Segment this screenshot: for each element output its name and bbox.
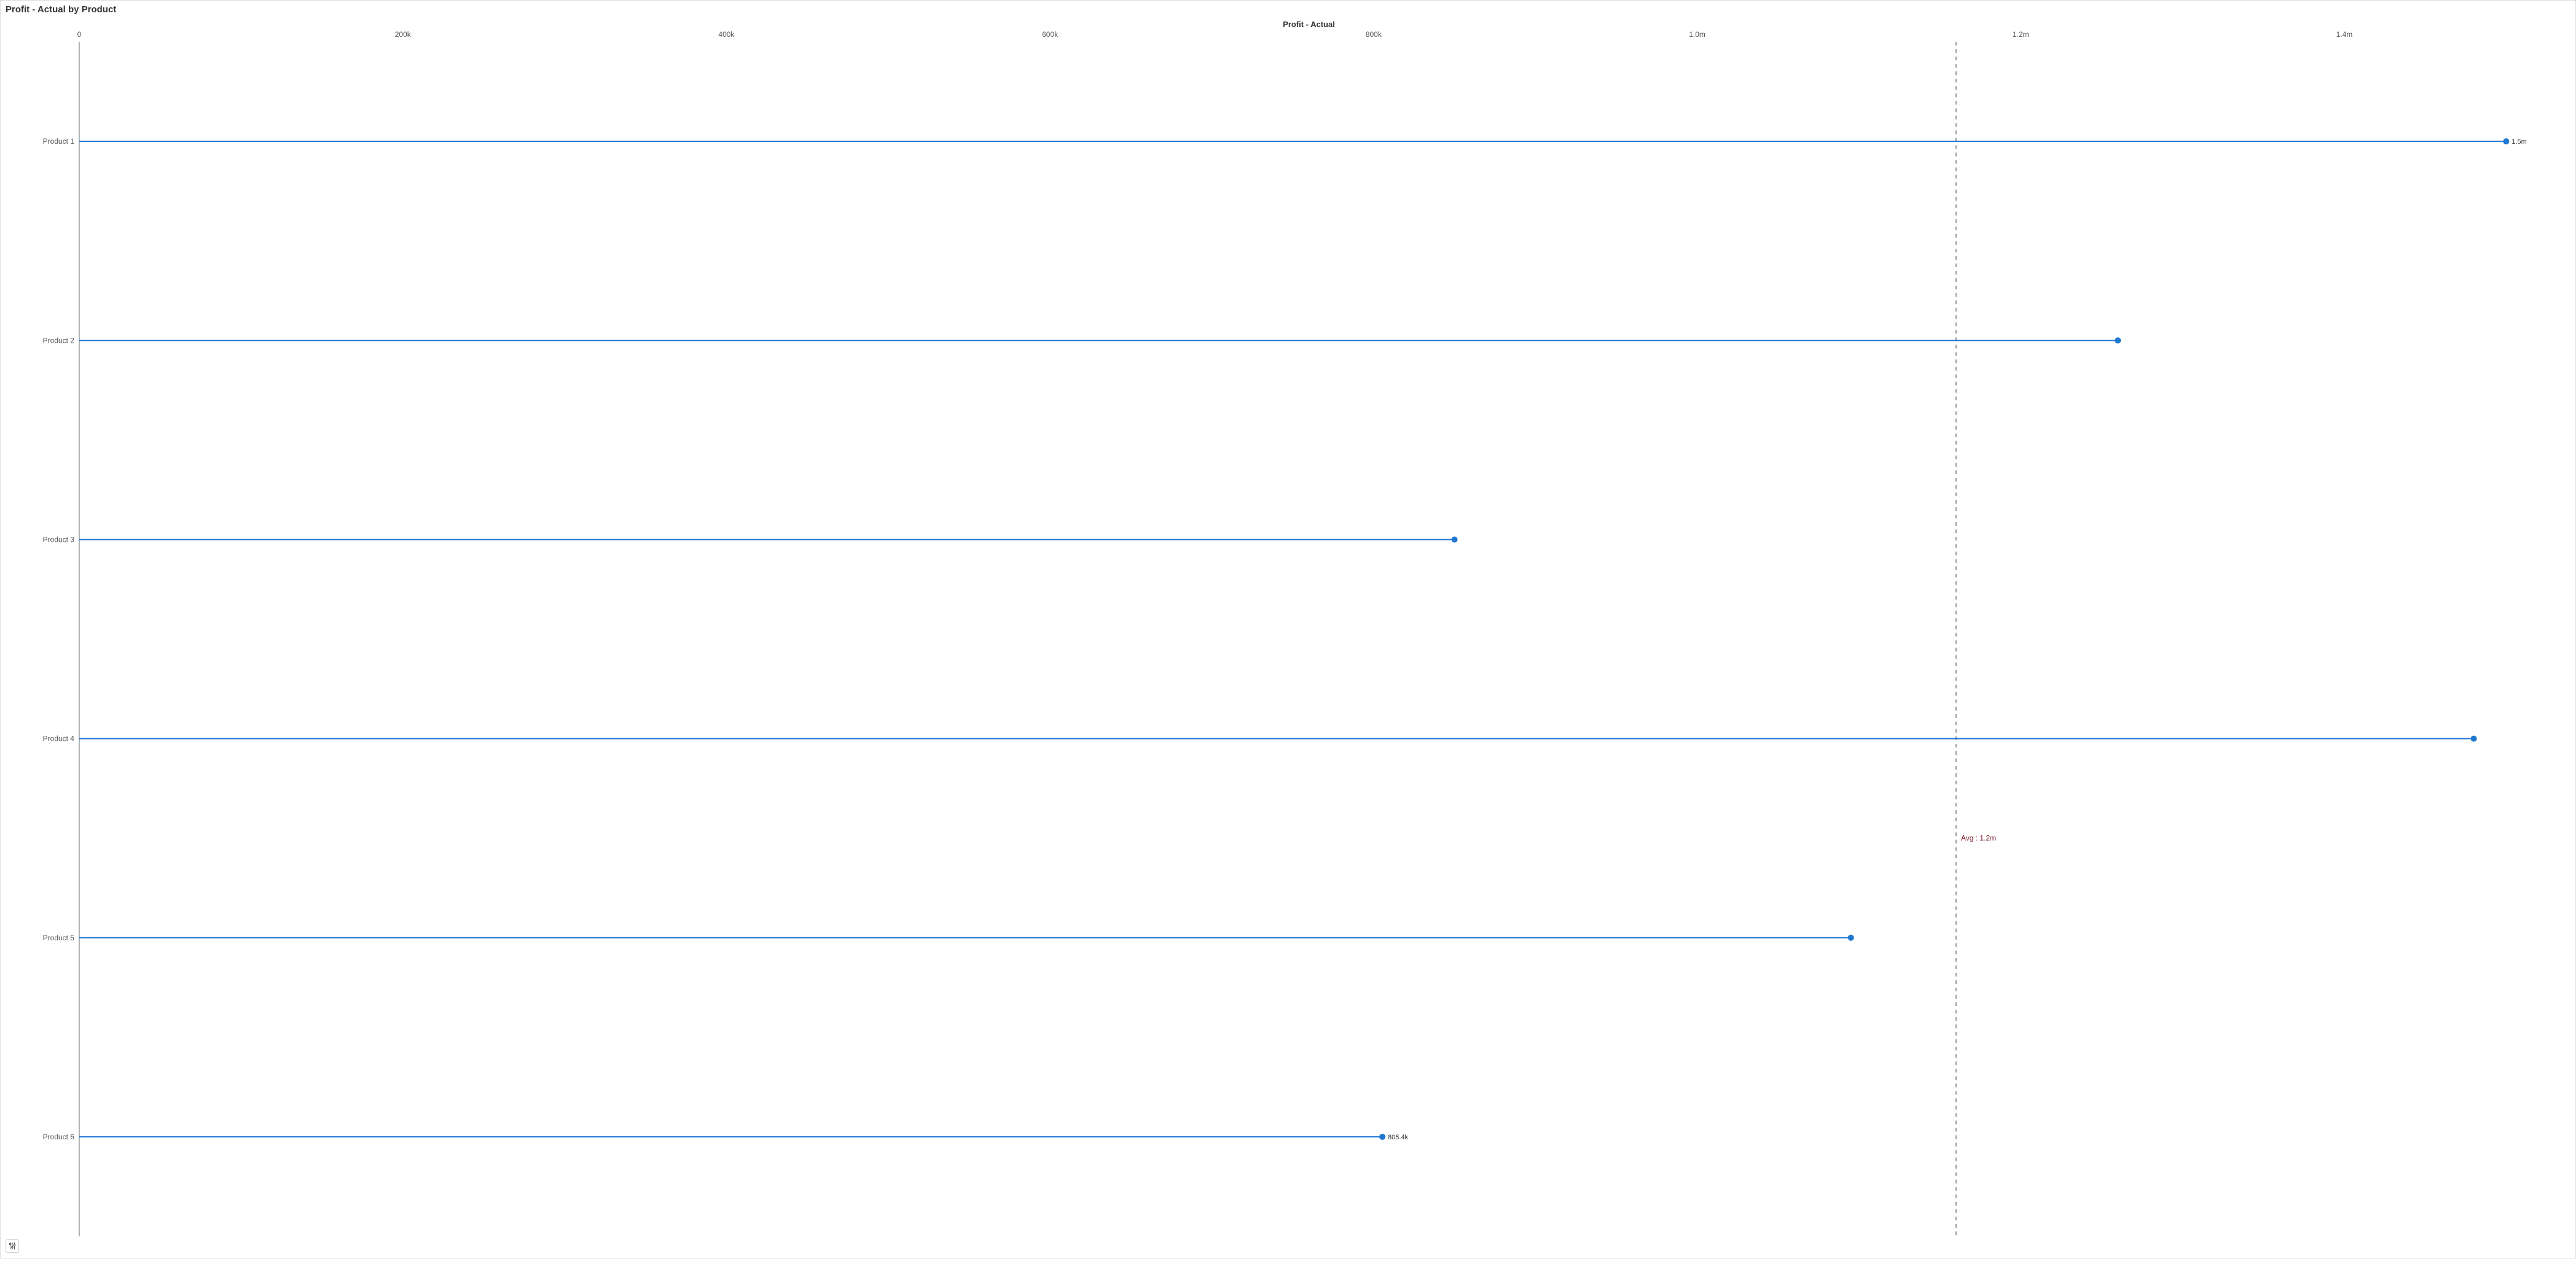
chart-svg: Profit - Actual 0 200k 400k 600k 800k 1.0m 1.2m… — [37, 18, 2563, 1243]
category-label: Product 1 — [43, 137, 75, 146]
x-tick-label: 600k — [1042, 30, 1059, 39]
chart-area: Profit - Actual 0 200k 400k 600k 800k 1.0m 1.2m… — [1, 18, 2575, 1264]
category-label: Product 2 — [43, 336, 75, 345]
x-tick-label: 400k — [718, 30, 735, 39]
lollipop-dot[interactable] — [1452, 536, 1458, 542]
lollipop-dot[interactable] — [1848, 935, 1854, 941]
chart-config-icon — [8, 1242, 17, 1250]
x-tick-label: 1.4m — [2336, 30, 2353, 39]
category-label: Product 6 — [43, 1133, 75, 1141]
x-tick-label: 800k — [1366, 30, 1382, 39]
avg-label: Avg : 1.2m — [1961, 834, 1996, 843]
category-label: Product 4 — [43, 735, 75, 743]
chart-title: Profit - Actual by Product — [1, 1, 2575, 18]
x-tick-label: 0 — [77, 30, 82, 39]
x-tick-label: 1.0m — [1689, 30, 1705, 39]
chart-config-button[interactable] — [6, 1239, 19, 1253]
lollipop-dot[interactable] — [2503, 138, 2509, 144]
category-label: Product 3 — [43, 535, 75, 544]
x-tick-label: 1.2m — [2013, 30, 2029, 39]
category-label: Product 5 — [43, 934, 75, 942]
lollipop-dot[interactable] — [2471, 736, 2477, 742]
x-axis-title: Profit - Actual — [1283, 20, 1335, 29]
data-label: 1.5m — [2511, 138, 2526, 146]
x-tick-label: 200k — [395, 30, 412, 39]
lollipop-dot[interactable] — [2115, 337, 2121, 343]
data-label: 805.4k — [1388, 1134, 1408, 1141]
chart-container: Profit - Actual by Product Profit - Actu… — [0, 0, 2576, 1258]
lollipop-dot[interactable] — [1379, 1134, 1385, 1140]
